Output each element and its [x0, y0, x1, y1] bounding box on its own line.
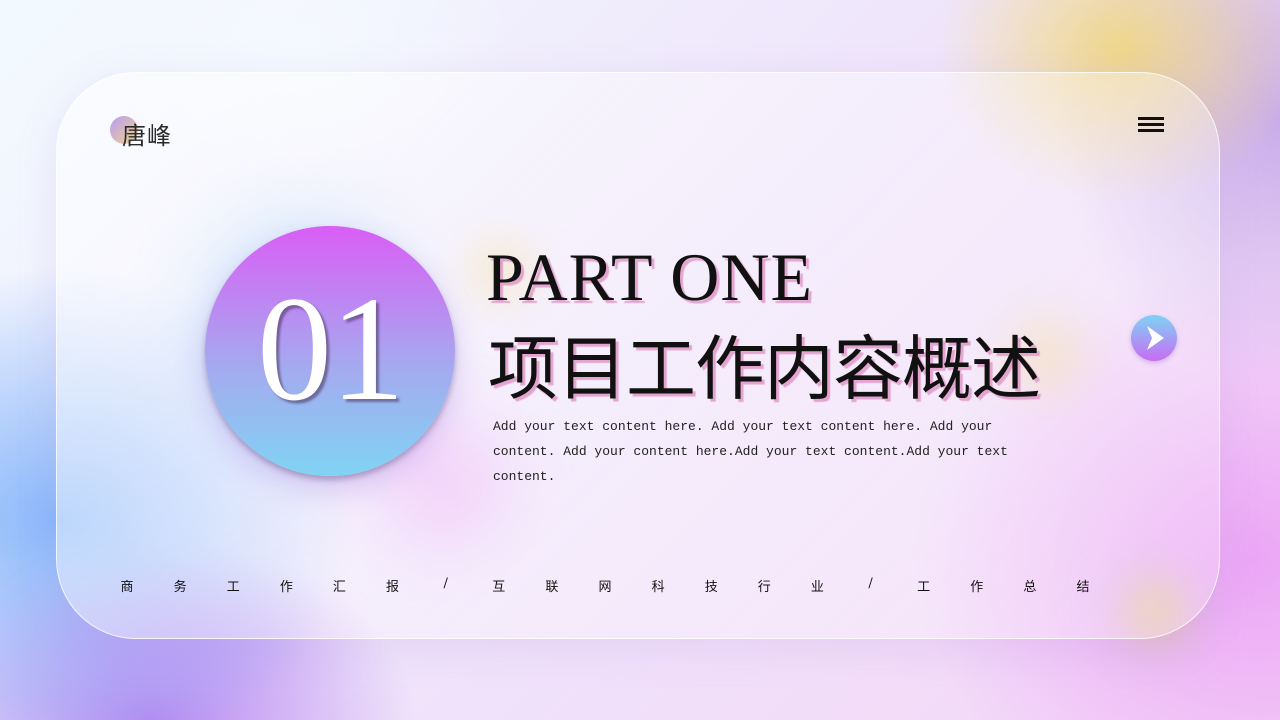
footer-char: 汇 [332, 580, 346, 595]
footer-char: 务 [173, 580, 187, 595]
footer-char: / [868, 576, 873, 591]
footer-char: 行 [757, 580, 771, 595]
next-button[interactable] [1131, 315, 1177, 361]
section-number-circle: 01 [205, 226, 455, 476]
footer-char: 科 [651, 580, 665, 595]
footer-char: 报 [386, 580, 400, 595]
footer-char: 网 [598, 580, 612, 595]
footer-char: 技 [704, 580, 718, 595]
play-arrow-icon [1147, 326, 1164, 350]
logo-text: 唐峰 [122, 122, 172, 150]
section-title: 项目工作内容概述 [488, 328, 1041, 410]
section-description: Add your text content here. Add your tex… [493, 419, 1008, 484]
footer-char: 作 [279, 580, 293, 595]
menu-icon[interactable] [1138, 117, 1164, 135]
footer-char: 商 [120, 580, 134, 595]
footer-char: 工 [226, 580, 240, 595]
footer-tagline: 商 务 工 作 汇 报 / 互 联 网 科 技 行 业 / 工 作 总 结 [120, 576, 1090, 596]
footer-char: 作 [970, 580, 984, 595]
footer-char: 结 [1076, 580, 1090, 595]
footer-char: 工 [917, 580, 931, 595]
part-title: PART ONE [486, 239, 814, 315]
footer-char: 互 [492, 580, 506, 595]
footer-char: 业 [810, 580, 824, 595]
footer-char: 总 [1023, 580, 1037, 595]
footer-char: 联 [545, 580, 559, 595]
section-number: 01 [257, 266, 405, 432]
footer-char: / [443, 576, 448, 591]
logo[interactable]: 唐峰 [110, 114, 200, 150]
